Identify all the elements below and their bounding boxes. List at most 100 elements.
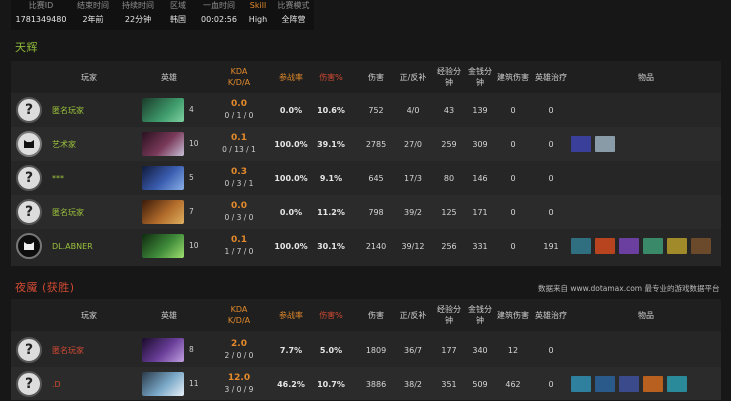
col-kda-line2: K/D/A [227, 78, 251, 87]
hero-level: 10 [189, 139, 199, 148]
kda-detail: 0 / 3 / 1 [224, 179, 254, 188]
radiant-header-row: 玩家 英雄 KDA K/D/A 参战率 伤害% 伤害 正/反补 经验分钟 金钱分钟… [11, 61, 721, 93]
col-lh-dn: 正/反补 [399, 72, 427, 82]
first-blood-label: 一血时间 [203, 1, 235, 10]
col-lh-dn: 正/反补 [399, 310, 427, 320]
avatar[interactable]: ? [16, 165, 42, 191]
damage-percent: 30.1% [317, 241, 345, 251]
col-healing: 英雄治疗 [535, 72, 567, 82]
kda-detail: 0 / 13 / 1 [222, 145, 256, 154]
match-id-col: 比赛ID 1781349480 [11, 0, 71, 30]
participation: 7.7% [279, 345, 303, 355]
player-name[interactable]: 匿名玩家 [52, 195, 122, 229]
damage-percent: 5.0% [319, 345, 343, 355]
gpm: 139 [472, 105, 488, 115]
item-icon[interactable] [691, 238, 711, 254]
xpm: 125 [441, 207, 457, 217]
avatar[interactable]: ? [16, 97, 42, 123]
col-kda-line1: KDA [230, 67, 248, 76]
item-icon[interactable] [667, 376, 687, 392]
hero-level: 11 [189, 379, 199, 388]
last-hits-denies: 39/12 [401, 241, 425, 251]
item-icon[interactable] [595, 136, 615, 152]
kda-cell: 0.0 0 / 3 / 0 [219, 195, 259, 229]
hero-portrait[interactable] [142, 132, 184, 156]
gpm: 146 [472, 173, 488, 183]
avatar[interactable]: ? [16, 337, 42, 363]
gpm: 331 [472, 241, 488, 251]
player-name[interactable]: DL.ABNER [52, 229, 122, 263]
damage-percent: 39.1% [317, 139, 345, 149]
hero-portrait[interactable] [142, 372, 184, 396]
item-icon[interactable] [667, 238, 687, 254]
kda-detail: 3 / 0 / 9 [224, 385, 254, 394]
item-icon[interactable] [595, 376, 615, 392]
item-icon[interactable] [643, 376, 663, 392]
col-gpm-line2: 钟 [476, 316, 484, 325]
item-icon[interactable] [571, 136, 591, 152]
item-icon[interactable] [595, 238, 615, 254]
damage-percent: 10.7% [317, 379, 345, 389]
damage: 752 [368, 105, 384, 115]
hero-portrait[interactable] [142, 338, 184, 362]
avatar[interactable] [16, 233, 42, 259]
participation: 46.2% [277, 379, 305, 389]
col-kda: KDA K/D/A [219, 61, 259, 93]
player-name[interactable]: 艺术家 [52, 127, 122, 161]
kda-ratio: 0.3 [231, 167, 247, 177]
player-name[interactable]: *** [52, 161, 122, 195]
first-blood-value: 00:02:56 [201, 15, 237, 24]
col-tower-damage: 建筑伤害 [497, 310, 529, 320]
radiant-title: 天辉 [15, 41, 38, 54]
kda-cell: 0.1 0 / 13 / 1 [219, 127, 259, 161]
col-player: 玩家 [81, 72, 97, 82]
kda-cell: 0.3 0 / 3 / 1 [219, 161, 259, 195]
hero-healing: 0 [548, 379, 554, 389]
hero-portrait[interactable] [142, 234, 184, 258]
col-damage: 伤害 [368, 72, 384, 82]
hero-healing: 0 [548, 207, 554, 217]
col-hero: 英雄 [161, 310, 177, 320]
match-id-label: 比赛ID [28, 1, 54, 10]
item-icon[interactable] [619, 238, 639, 254]
kda-ratio: 0.1 [231, 235, 247, 245]
item-icon[interactable] [619, 376, 639, 392]
radiant-row-3: ? *** 5 0.3 0 / 3 / 1 100.0% 9.1% 645 17/… [11, 161, 721, 195]
col-xpm-line2: 钟 [445, 78, 453, 87]
item-icon[interactable] [643, 238, 663, 254]
item-icon[interactable] [571, 238, 591, 254]
last-hits-denies: 27/0 [404, 139, 422, 149]
hero-portrait[interactable] [142, 200, 184, 224]
player-name[interactable]: 匿名玩家 [52, 93, 122, 127]
xpm: 259 [441, 139, 457, 149]
tower-damage: 0 [510, 173, 516, 183]
avatar[interactable]: ? [16, 199, 42, 225]
tower-damage: 0 [510, 207, 516, 217]
avatar[interactable]: ? [16, 371, 42, 397]
hero-level: 7 [189, 207, 194, 216]
xpm: 256 [441, 241, 457, 251]
xpm: 80 [443, 173, 455, 183]
kda-cell: 0.0 0 / 1 / 0 [219, 93, 259, 127]
avatar[interactable] [16, 131, 42, 157]
col-xpm-line2: 钟 [445, 316, 453, 325]
radiant-row-5: DL.ABNER 10 0.1 1 / 7 / 0 100.0% 30.1% 21… [11, 229, 721, 263]
duration-value: 22分钟 [124, 15, 152, 24]
col-items: 物品 [638, 310, 654, 320]
hero-portrait[interactable] [142, 98, 184, 122]
col-gpm: 金钱分钟 [463, 299, 497, 331]
hero-portrait[interactable] [142, 166, 184, 190]
skill-col: Skill High [243, 0, 273, 30]
player-name[interactable]: .D [52, 367, 122, 401]
match-info-table: 比赛ID 1781349480 结束时间 2年前 持续时间 22分钟 区域 韩国 一血时… [11, 0, 314, 30]
damage: 2785 [365, 139, 387, 149]
hero-healing: 0 [548, 173, 554, 183]
kda-cell: 0.1 1 / 7 / 0 [219, 229, 259, 263]
region-label: 区域 [170, 1, 186, 10]
kda-ratio: 0.0 [231, 201, 247, 211]
hero-healing: 0 [548, 139, 554, 149]
radiant-row-2: 艺术家 10 0.1 0 / 13 / 1 100.0% 39.1% 2785 2… [11, 127, 721, 161]
player-name[interactable]: 匿名玩家 [52, 333, 122, 367]
item-icon[interactable] [571, 376, 591, 392]
damage-percent: 10.6% [317, 105, 345, 115]
